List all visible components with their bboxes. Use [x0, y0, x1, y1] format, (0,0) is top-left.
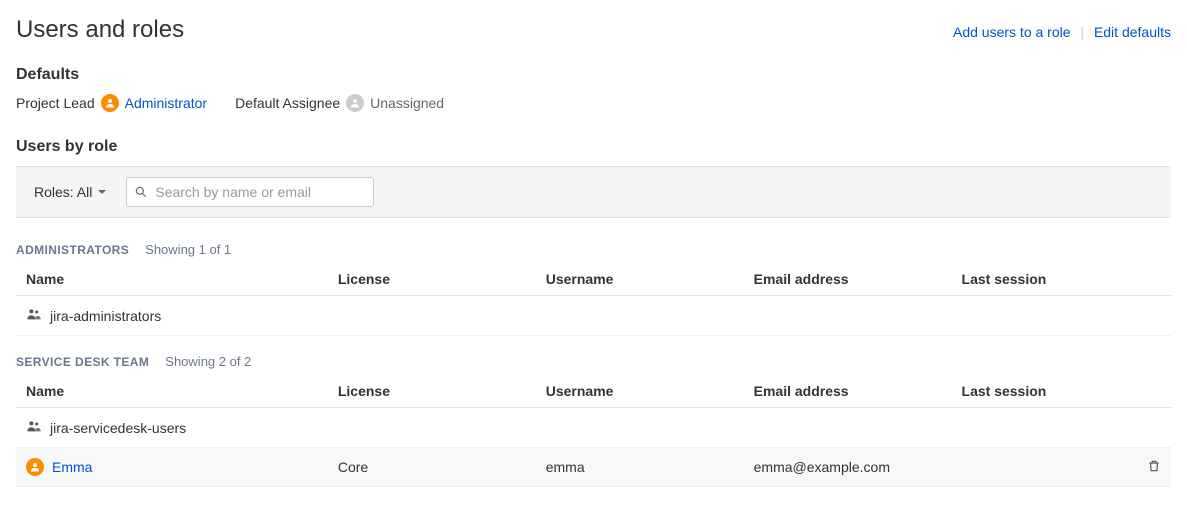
group-icon: [26, 306, 42, 325]
project-lead-user-link[interactable]: Administrator: [125, 95, 207, 111]
add-users-link[interactable]: Add users to a role: [953, 24, 1071, 40]
column-name: Name: [16, 375, 328, 408]
role-group: ADMINISTRATORS Showing 1 of 1 NameLicenseU…: [16, 242, 1171, 336]
row-license: Core: [328, 448, 536, 487]
column-license: License: [328, 375, 536, 408]
column-actions: [1125, 375, 1171, 408]
role-group-count: Showing 1 of 1: [145, 242, 231, 257]
role-group: SERVICE DESK TEAM Showing 2 of 2 NameLicen…: [16, 354, 1171, 487]
role-group-count: Showing 2 of 2: [165, 354, 251, 369]
default-assignee-label: Default Assignee: [235, 95, 340, 111]
avatar-icon: [101, 94, 119, 112]
row-session: [952, 296, 1125, 336]
row-license: [328, 408, 536, 448]
delete-icon[interactable]: [1147, 460, 1161, 476]
column-email: Email address: [744, 263, 952, 296]
header-actions: Add users to a role | Edit defaults: [953, 24, 1171, 40]
search-icon: [134, 185, 148, 199]
avatar-icon: [26, 458, 44, 476]
row-email: emma@example.com: [744, 448, 952, 487]
row-license: [328, 296, 536, 336]
roles-filter-dropdown[interactable]: Roles: All: [28, 180, 112, 204]
row-username: [536, 408, 744, 448]
table-row: Emma Coreemmaemma@example.com: [16, 448, 1171, 487]
defaults-heading: Defaults: [16, 66, 1171, 84]
role-group-title: ADMINISTRATORS: [16, 243, 129, 257]
separator: |: [1080, 24, 1084, 40]
column-username: Username: [536, 263, 744, 296]
row-session: [952, 408, 1125, 448]
row-name: jira-servicedesk-users: [50, 420, 186, 436]
column-session: Last session: [952, 375, 1125, 408]
column-username: Username: [536, 375, 744, 408]
role-group-header: ADMINISTRATORS Showing 1 of 1: [16, 242, 1171, 257]
row-session: [952, 448, 1125, 487]
row-username: emma: [536, 448, 744, 487]
page-title: Users and roles: [16, 16, 184, 44]
default-assignee-item: Default Assignee Unassigned: [235, 94, 444, 112]
default-assignee-value: Unassigned: [370, 95, 444, 111]
column-name: Name: [16, 263, 328, 296]
avatar-icon: [346, 94, 364, 112]
role-group-title: SERVICE DESK TEAM: [16, 355, 149, 369]
role-table: NameLicenseUsernameEmail addressLast ses…: [16, 263, 1171, 336]
edit-defaults-link[interactable]: Edit defaults: [1094, 24, 1171, 40]
user-link[interactable]: Emma: [52, 459, 92, 475]
chevron-down-icon: [98, 190, 106, 194]
group-icon: [26, 418, 42, 437]
column-actions: [1125, 263, 1171, 296]
row-email: [744, 296, 952, 336]
defaults-row: Project Lead Administrator Default Assig…: [16, 94, 1171, 112]
table-row: jira-servicedesk-users: [16, 408, 1171, 448]
project-lead-item: Project Lead Administrator: [16, 94, 207, 112]
filter-bar: Roles: All: [16, 166, 1171, 218]
project-lead-label: Project Lead: [16, 95, 95, 111]
roles-filter-label: Roles: All: [34, 184, 92, 200]
column-email: Email address: [744, 375, 952, 408]
role-table: NameLicenseUsernameEmail addressLast ses…: [16, 375, 1171, 487]
row-name: jira-administrators: [50, 308, 161, 324]
table-row: jira-administrators: [16, 296, 1171, 336]
users-by-role-heading: Users by role: [16, 138, 1171, 156]
column-license: License: [328, 263, 536, 296]
role-group-header: SERVICE DESK TEAM Showing 2 of 2: [16, 354, 1171, 369]
row-email: [744, 408, 952, 448]
row-username: [536, 296, 744, 336]
column-session: Last session: [952, 263, 1125, 296]
search-input[interactable]: [126, 177, 374, 207]
